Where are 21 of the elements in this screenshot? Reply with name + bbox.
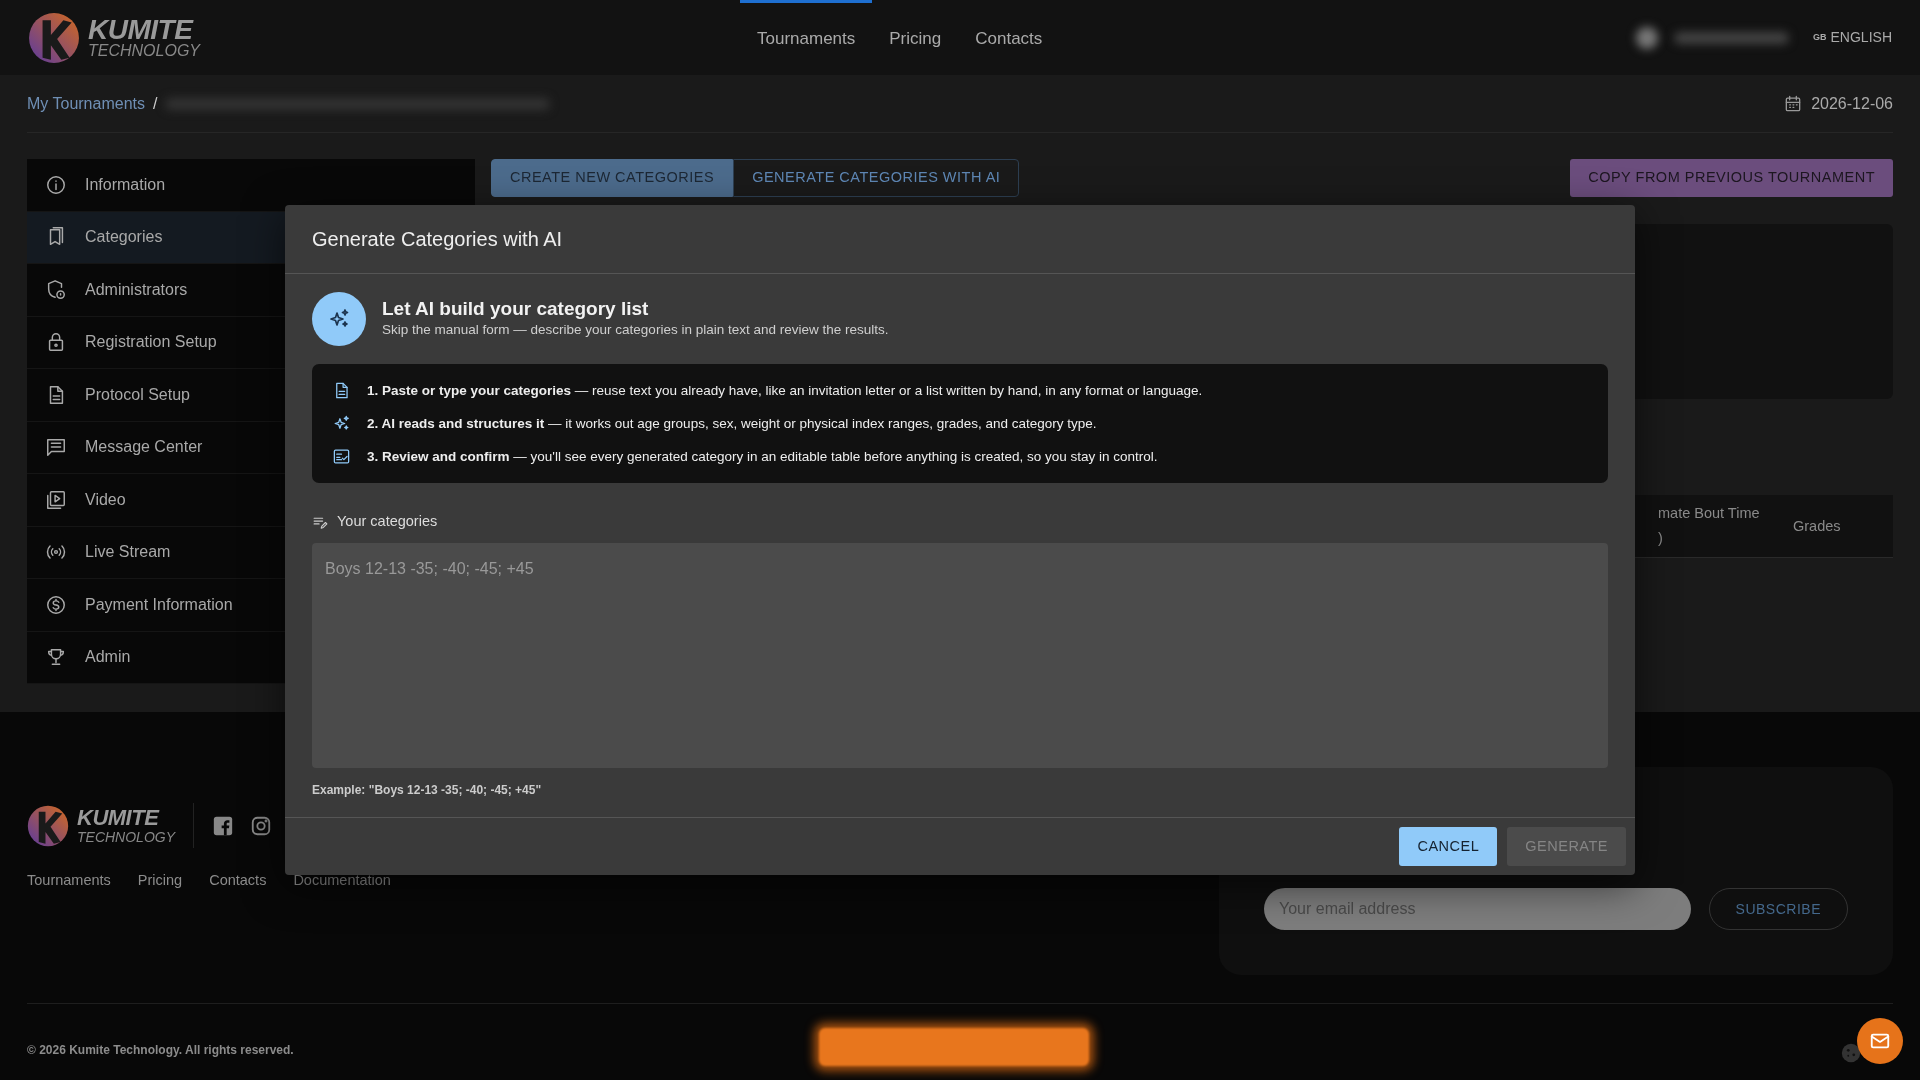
nav-link[interactable]: Contacts — [958, 0, 1060, 75]
example-text: Example: "Boys 12-13 -35; -40; -45; +45" — [312, 782, 543, 799]
date-text: 2026-12-06 — [1811, 93, 1893, 114]
logo-text: KUMITE — [77, 806, 161, 829]
nav-link[interactable]: Pricing — [872, 0, 959, 75]
dialog-button[interactable]: CANCEL — [1399, 827, 1498, 866]
footer-link[interactable]: Contacts — [209, 870, 267, 892]
breadcrumb-separator: / — [153, 93, 158, 114]
categories-field[interactable]: Boys 12-13 -35; -40; -45; +45 — [312, 543, 1608, 768]
breadcrumb-link[interactable]: My Tournaments — [27, 91, 145, 116]
language-selector[interactable]: GB ENGLISH — [1813, 27, 1892, 48]
logo-tagline: TECHNOLOGY — [77, 828, 175, 845]
copyright-text: © 2026 Kumite Technology. All rights reserved. — [27, 1042, 294, 1059]
footer-link[interactable]: Pricing — [137, 870, 183, 892]
column-header: Grades — [1793, 516, 1842, 536]
nav-link[interactable]: Tournaments — [740, 0, 873, 75]
logo-tagline: TECHNOLOGY — [88, 42, 200, 59]
column-header: mate Bout Time ) — [1658, 504, 1761, 548]
footer-link[interactable]: Tournaments — [27, 870, 111, 892]
logo-text: KUMITE — [88, 16, 194, 43]
tab[interactable]: GENERATE CATEGORIES WITH AI — [733, 159, 1020, 197]
